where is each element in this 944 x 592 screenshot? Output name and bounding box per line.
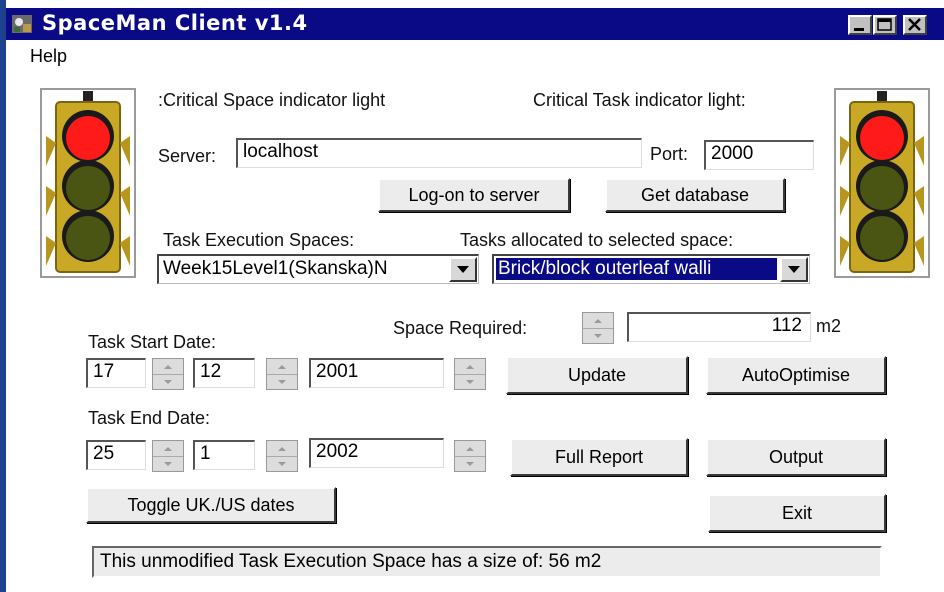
arrow-down-icon xyxy=(466,379,474,384)
spin-up-button[interactable] xyxy=(455,441,485,457)
critical-space-label: :Critical Space indicator light xyxy=(158,90,386,110)
arrow-up-icon xyxy=(164,364,172,369)
title-bar[interactable]: SpaceMan Client v1.4 xyxy=(6,8,944,40)
space-required-input[interactable]: 112 xyxy=(627,312,811,342)
maximize-button[interactable] xyxy=(873,15,897,35)
spaces-label: Task Execution Spaces: xyxy=(163,230,355,250)
end-month-input[interactable]: 1 xyxy=(193,440,255,470)
critical-task-label: Critical Task indicator light: xyxy=(533,90,746,110)
close-button[interactable] xyxy=(903,15,927,35)
spaces-selected-value: Week15Level1(Skanska)N xyxy=(163,258,388,279)
update-button[interactable]: Update xyxy=(506,356,688,394)
close-icon xyxy=(908,18,921,31)
arrow-down-icon xyxy=(278,461,286,466)
window-title: SpaceMan Client v1.4 xyxy=(42,11,308,35)
arrow-up-icon xyxy=(466,446,474,451)
auto-optimise-button[interactable]: AutoOptimise xyxy=(706,356,886,394)
end-day-input[interactable]: 25 xyxy=(86,440,146,470)
end-date-label: Task End Date: xyxy=(88,408,211,428)
full-report-button[interactable]: Full Report xyxy=(510,438,688,476)
spin-down-button[interactable] xyxy=(455,374,485,389)
port-label: Port: xyxy=(650,144,689,164)
spin-up-button[interactable] xyxy=(455,359,485,375)
spaceman-window: SpaceMan Client v1.4 Help:Critical Spac… xyxy=(0,0,944,592)
start-month-spinner[interactable] xyxy=(266,358,298,390)
status-bar: This unmodified Task Execution Space has… xyxy=(92,546,882,578)
spaces-dropdown-button[interactable] xyxy=(449,257,477,282)
space-required-label: Space Required: xyxy=(393,318,528,338)
spin-up-button[interactable] xyxy=(583,313,613,329)
end-year-spinner[interactable] xyxy=(454,440,486,472)
start-day-input[interactable]: 17 xyxy=(86,358,146,388)
spin-up-button[interactable] xyxy=(153,359,183,375)
menu-help[interactable]: Help xyxy=(30,46,67,67)
arrow-up-icon xyxy=(164,446,172,451)
arrow-up-icon xyxy=(594,318,602,323)
exit-button[interactable]: Exit xyxy=(708,494,886,532)
arrow-down-icon xyxy=(164,461,172,466)
arrow-down-icon xyxy=(164,379,172,384)
start-year-spinner[interactable] xyxy=(454,358,486,390)
app-icon xyxy=(12,15,32,33)
minimize-icon xyxy=(854,28,864,31)
toggle-dates-button[interactable]: Toggle UK./US dates xyxy=(86,487,336,523)
spin-down-button[interactable] xyxy=(583,328,613,343)
spin-down-button[interactable] xyxy=(267,374,297,389)
arrow-up-icon xyxy=(278,446,286,451)
space-required-unit: m2 xyxy=(816,316,842,336)
spin-down-button[interactable] xyxy=(455,456,485,471)
end-month-spinner[interactable] xyxy=(266,440,298,472)
maximize-icon xyxy=(877,18,892,31)
server-label: Server: xyxy=(158,146,217,166)
tasks-selected-value: Brick/block outerleaf walli xyxy=(496,258,777,280)
start-date-label: Task Start Date: xyxy=(88,332,217,352)
spin-down-button[interactable] xyxy=(153,456,183,471)
spin-down-button[interactable] xyxy=(267,456,297,471)
arrow-down-icon xyxy=(466,461,474,466)
tasks-select[interactable]: Brick/block outerleaf walli xyxy=(492,254,810,284)
arrow-down-icon xyxy=(594,333,602,338)
start-month-input[interactable]: 12 xyxy=(193,358,255,388)
spin-up-button[interactable] xyxy=(267,359,297,375)
space-required-spinner[interactable] xyxy=(582,312,614,344)
minimize-button[interactable] xyxy=(848,15,872,35)
output-button[interactable]: Output xyxy=(706,438,886,476)
end-day-spinner[interactable] xyxy=(152,440,184,472)
tasks-label: Tasks allocated to selected space: xyxy=(460,230,734,250)
start-year-input[interactable]: 2001 xyxy=(309,358,444,388)
menu-bar: Help xyxy=(6,40,944,68)
get-database-button[interactable]: Get database xyxy=(605,178,785,212)
spin-up-button[interactable] xyxy=(153,441,183,457)
chevron-down-icon xyxy=(788,266,800,273)
port-input[interactable]: 2000 xyxy=(704,140,814,170)
server-input[interactable]: localhost xyxy=(236,138,642,168)
spaces-select[interactable]: Week15Level1(Skanska)N xyxy=(157,254,479,284)
spin-up-button[interactable] xyxy=(267,441,297,457)
start-day-spinner[interactable] xyxy=(152,358,184,390)
arrow-down-icon xyxy=(278,379,286,384)
spin-down-button[interactable] xyxy=(153,374,183,389)
window-edge xyxy=(0,0,6,592)
arrow-up-icon xyxy=(466,364,474,369)
chevron-down-icon xyxy=(457,266,469,273)
critical-task-traffic-light-icon xyxy=(834,88,930,278)
end-year-input[interactable]: 2002 xyxy=(309,438,444,468)
logon-button[interactable]: Log-on to server xyxy=(378,178,570,212)
tasks-dropdown-button[interactable] xyxy=(780,257,808,282)
critical-space-traffic-light-icon xyxy=(40,88,136,278)
arrow-up-icon xyxy=(278,364,286,369)
